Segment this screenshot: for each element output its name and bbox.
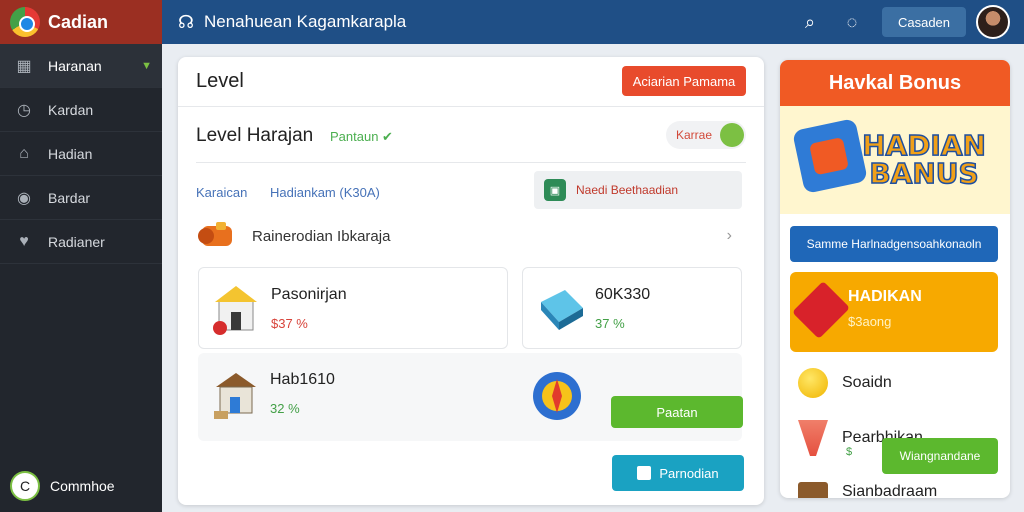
- main-title: Level: [196, 70, 244, 92]
- headset-icon: ☊: [178, 11, 194, 32]
- main-header: Level Aciarian Pamama: [178, 57, 764, 107]
- search-icon[interactable]: ⌕: [796, 8, 824, 36]
- status-badge: Pantaun ✔: [330, 129, 393, 144]
- card-stat: 37 %: [595, 316, 625, 331]
- list-item[interactable]: Soaidn: [798, 368, 892, 398]
- brand[interactable]: Cadian: [0, 0, 162, 44]
- list-item[interactable]: Sianbadraam: [798, 482, 937, 498]
- topbar: ☊ Nenahuean Kagamkarapla ⌕ ◌ Casaden: [162, 0, 1024, 44]
- card-title: 60K330: [595, 286, 651, 303]
- main-panel: Level Aciarian Pamama Level Harajan Pant…: [178, 57, 764, 505]
- list-item-label: Rainerodian Ibkaraja: [252, 227, 391, 245]
- list-item-label: Soaidn: [842, 374, 892, 391]
- heart-icon: ♥: [19, 232, 29, 250]
- chest-icon: [798, 482, 828, 498]
- item-stat: $: [846, 446, 853, 458]
- doc-icon: [637, 466, 652, 480]
- compass-icon: [533, 372, 581, 420]
- item-card[interactable]: Pasonirjan $37 %: [198, 267, 508, 349]
- sub-code: Hadiankam (K30A): [270, 185, 380, 200]
- list-item[interactable]: Rainerodian Ibkaraja ›: [196, 213, 742, 259]
- divider: [196, 162, 746, 163]
- bonus-panel: Havkal Bonus HADIAN BANUS Samme Harlnadg…: [780, 60, 1010, 498]
- chevron-down-icon: ▼: [141, 59, 152, 72]
- home-icon: ⌂: [19, 144, 29, 162]
- coin-icon: [798, 368, 828, 398]
- sidebar-item-bardar[interactable]: ◉ Bardar: [0, 176, 162, 220]
- bonus-header: Havkal Bonus: [780, 60, 1010, 106]
- header-action-button[interactable]: Aciarian Pamama: [622, 66, 746, 96]
- card-stat: $37 %: [271, 316, 308, 331]
- sidebar-item-haranan[interactable]: ▦ Haranan ▼: [0, 44, 162, 88]
- notice-text: Naedi Beethaadian: [576, 183, 679, 197]
- gift-box-icon: [792, 118, 868, 194]
- topbar-button[interactable]: Casaden: [882, 7, 966, 37]
- house-icon: [213, 286, 257, 335]
- brand-name: Cadian: [48, 11, 109, 32]
- notification-icon[interactable]: ◌: [838, 8, 866, 36]
- chevron-right-icon: ›: [726, 227, 732, 244]
- avatar: C: [10, 471, 40, 501]
- primary-button[interactable]: Parnodian: [612, 455, 744, 491]
- clock-icon: ◷: [17, 101, 31, 119]
- grid-icon: ▦: [16, 57, 32, 75]
- card-action-button[interactable]: Paatan: [611, 396, 743, 428]
- bonus-action-button[interactable]: Wiangnandane: [882, 438, 998, 474]
- banner-text: HADIAN BANUS: [861, 129, 986, 190]
- bonus-card[interactable]: HADIKAN $3aong: [790, 272, 998, 352]
- sidebar-footer[interactable]: C Commhoe: [0, 460, 162, 512]
- sidebar-item-label: Kardan: [48, 101, 94, 118]
- notice-icon: ▣: [544, 179, 566, 201]
- sidebar-item-label: Haranan: [48, 57, 102, 74]
- bonus-card-sub: $3aong: [848, 314, 892, 329]
- sub-label: Karaican: [196, 185, 248, 200]
- primary-button-label: Parnodian: [659, 465, 719, 481]
- footer-label: Commhoe: [50, 478, 115, 494]
- sidebar-item-kardan[interactable]: ◷ Kardan: [0, 88, 162, 132]
- shop-icon: [214, 373, 256, 419]
- gem-icon: [792, 281, 850, 339]
- book-icon: [541, 290, 583, 330]
- card-title: Pasonirjan: [271, 286, 347, 303]
- list-item-label: Sianbadraam: [842, 483, 938, 498]
- user-avatar[interactable]: [976, 5, 1010, 39]
- circle-icon: ◉: [17, 189, 31, 207]
- brand-logo-icon: [10, 7, 40, 37]
- bonus-card-title: HADIKAN: [848, 288, 922, 305]
- card-stat: 32 %: [270, 401, 300, 416]
- scroll-icon: [198, 222, 232, 246]
- toggle-label: Karrae: [676, 128, 713, 142]
- info-strip[interactable]: Samme Harlnadgensoahkonaoln: [790, 226, 998, 262]
- sidebar-item-label: Bardar: [48, 189, 91, 206]
- card-title: Hab1610: [270, 371, 335, 388]
- sidebar: Cadian ▦ Haranan ▼ ◷ Kardan ⌂ Hadian ◉ B…: [0, 0, 162, 512]
- bonus-banner[interactable]: HADIAN BANUS: [780, 106, 1010, 214]
- level-toggle[interactable]: Karrae: [666, 121, 746, 149]
- level-title: Level Harajan: [196, 125, 314, 146]
- cup-icon: [798, 420, 828, 456]
- item-card[interactable]: Hab1610 32 % Paatan: [198, 353, 743, 441]
- toggle-knob: [720, 123, 744, 147]
- sidebar-item-hadian[interactable]: ⌂ Hadian: [0, 132, 162, 176]
- sidebar-item-radianer[interactable]: ♥ Radianer: [0, 220, 162, 264]
- page-title: Nenahuean Kagamkarapla: [204, 12, 407, 31]
- sidebar-item-label: Radianer: [48, 233, 105, 250]
- item-card[interactable]: 60K330 37 %: [522, 267, 742, 349]
- sidebar-item-label: Hadian: [48, 145, 93, 162]
- notice-banner[interactable]: ▣ Naedi Beethaadian: [534, 171, 742, 209]
